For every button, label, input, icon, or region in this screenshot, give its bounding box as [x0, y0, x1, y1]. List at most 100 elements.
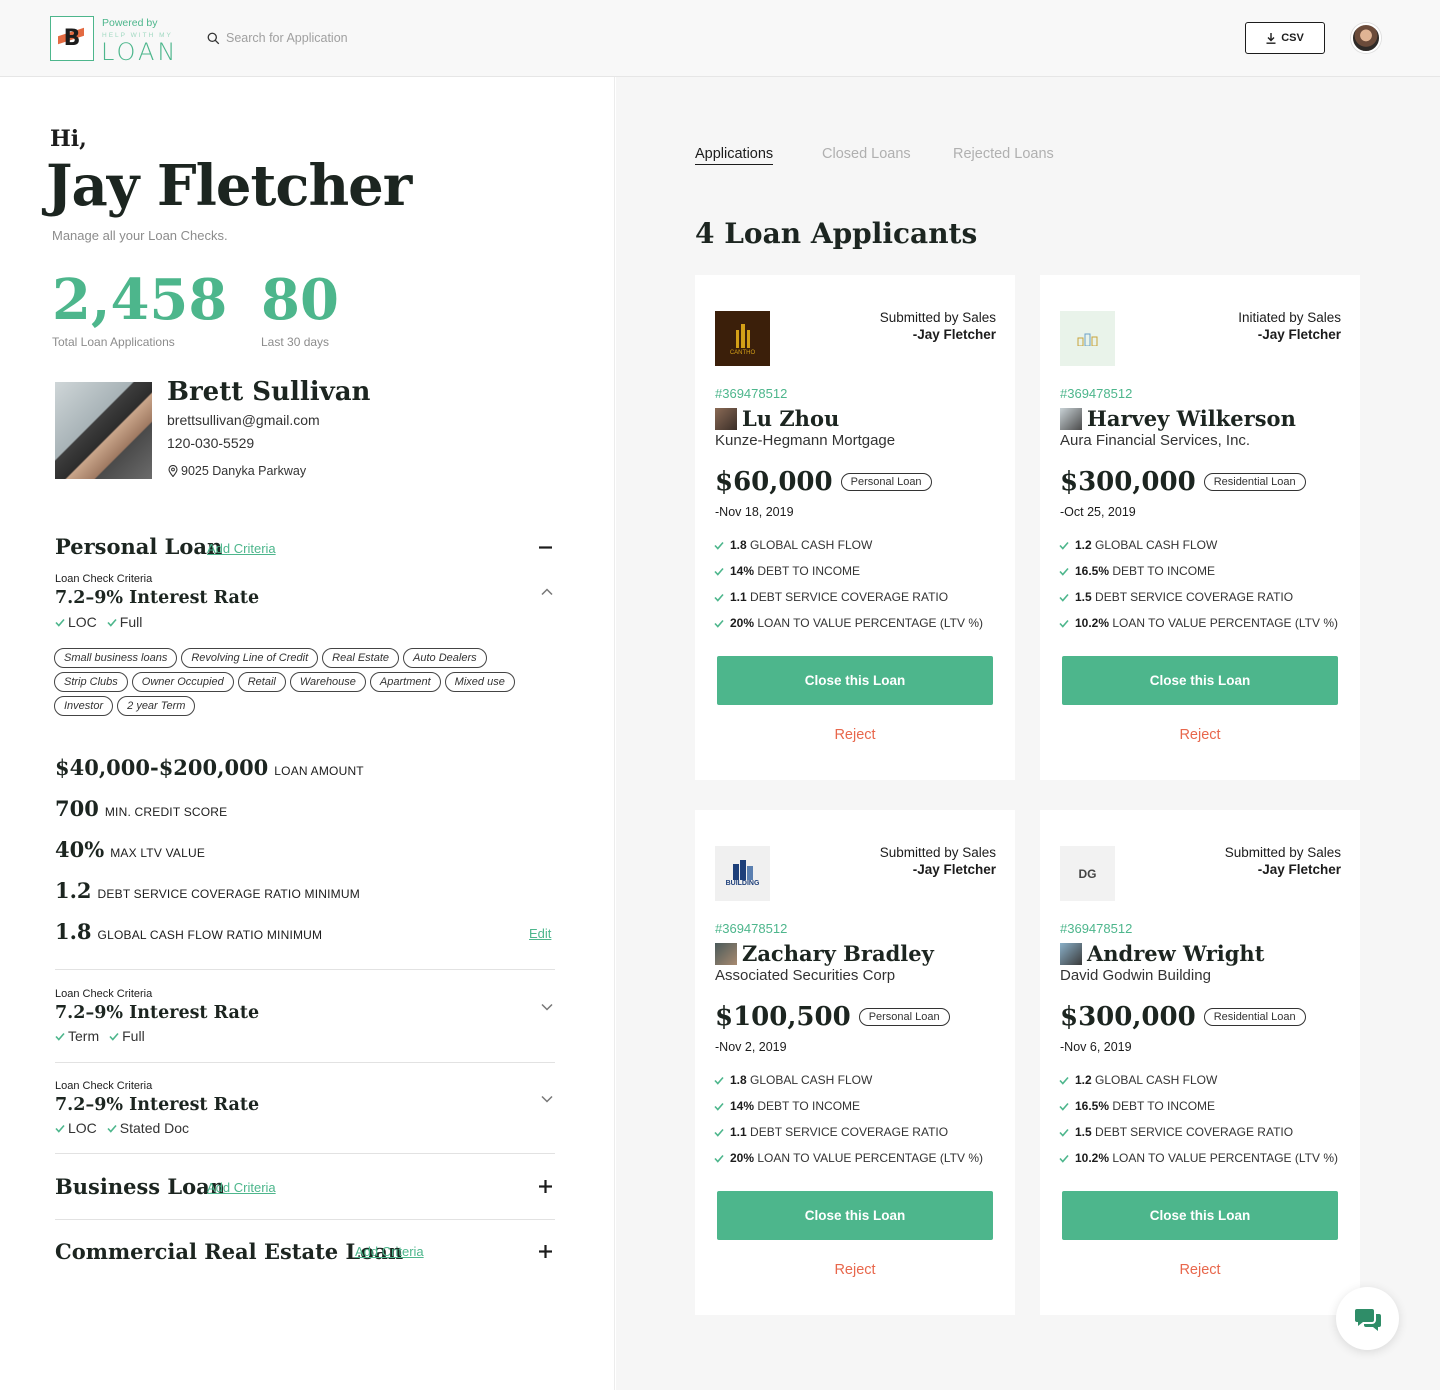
metric-loan-amount: $40,000-$200,000 LOAN AMOUNT — [55, 755, 364, 780]
applicant-card: DG Submitted by Sales -Jay Fletcher #3694… — [1040, 810, 1360, 1315]
user-avatar[interactable] — [1351, 23, 1381, 53]
check-icon — [714, 1102, 724, 1111]
tag-chip[interactable]: Small business loans — [54, 648, 178, 668]
loan-amount: $300,000 — [1060, 1002, 1196, 1032]
search-bar[interactable]: Search for Application — [207, 31, 348, 45]
profile-name: Brett Sullivan — [167, 377, 371, 407]
tag-chip[interactable]: Warehouse — [289, 672, 366, 692]
applicant-card: CANTHO Submitted by Sales -Jay Fletcher #… — [695, 275, 1015, 780]
expand-plus-icon[interactable] — [538, 1179, 553, 1194]
reject-button[interactable]: Reject — [1040, 727, 1360, 743]
check-icon — [1059, 541, 1069, 550]
commercial-loan-add-criteria-link[interactable]: Add Criteria — [355, 1244, 424, 1259]
tag-chip[interactable]: Auto Dealers — [403, 648, 487, 668]
card-metric: 14% DEBT TO INCOME — [714, 564, 860, 578]
chat-button[interactable] — [1336, 1287, 1399, 1350]
tab-closed-loans[interactable]: Closed Loans — [822, 146, 911, 162]
tab-rejected-loans[interactable]: Rejected Loans — [953, 146, 1054, 162]
company-logo — [1060, 311, 1115, 366]
search-input[interactable]: Search for Application — [226, 31, 348, 45]
card-metric: 14% DEBT TO INCOME — [714, 1099, 860, 1113]
check-icon — [107, 1124, 117, 1133]
check-icon — [714, 541, 724, 550]
card-metric: 1.8 GLOBAL CASH FLOW — [714, 1073, 872, 1087]
check-icon — [1059, 1076, 1069, 1085]
tag-chip[interactable]: Real Estate — [322, 648, 400, 668]
tag-chip[interactable]: Investor — [54, 696, 114, 716]
check-icon — [714, 1128, 724, 1137]
criteria-3-rate: 7.2–9% Interest Rate — [55, 1095, 260, 1115]
card-metric: 20% LOAN TO VALUE PERCENTAGE (LTV %) — [714, 1151, 983, 1165]
profile-address-text: 9025 Danyka Parkway — [181, 464, 307, 478]
application-date: -Nov 2, 2019 — [715, 1040, 787, 1054]
card-metric: 10.2% LOAN TO VALUE PERCENTAGE (LTV %) — [1059, 1151, 1338, 1165]
powered-by-label: Powered by — [102, 17, 158, 29]
applicant-card: BUILDING Submitted by Sales -Jay Fletcher… — [695, 810, 1015, 1315]
loan-type-badge: Residential Loan — [1203, 473, 1306, 491]
close-loan-button[interactable]: Close this Loan — [1062, 656, 1338, 705]
chat-icon — [1354, 1308, 1381, 1331]
close-loan-button[interactable]: Close this Loan — [1062, 1191, 1338, 1240]
application-date: -Nov 18, 2019 — [715, 505, 794, 519]
applicant-card: Initiated by Sales -Jay Fletcher #3694785… — [1040, 275, 1360, 780]
loan-amount: $100,500 — [715, 1002, 851, 1032]
card-metric: 1.2 GLOBAL CASH FLOW — [1059, 538, 1217, 552]
applicants-count-title: 4 Loan Applicants — [695, 217, 978, 250]
brand-logo[interactable]: B — [50, 16, 94, 61]
criteria-1-rate: 7.2–9% Interest Rate — [55, 588, 260, 608]
loan-amount: $300,000 — [1060, 467, 1196, 497]
tab-applications[interactable]: Applications — [695, 146, 774, 165]
collapse-minus-icon[interactable] — [538, 540, 553, 555]
check-icon — [1059, 567, 1069, 576]
reject-button[interactable]: Reject — [695, 1262, 1015, 1278]
card-metric: 1.1 DEBT SERVICE COVERAGE RATIO — [714, 1125, 948, 1139]
reject-button[interactable]: Reject — [1040, 1262, 1360, 1278]
metric-max-ltv: 40% MAX LTV VALUE — [55, 837, 206, 862]
metric-credit-score: 700 MIN. CREDIT SCORE — [55, 796, 228, 821]
tag-chip[interactable]: 2 year Term — [117, 696, 196, 716]
card-metric: 1.5 DEBT SERVICE COVERAGE RATIO — [1059, 590, 1293, 604]
brand-wordmark: LOAN — [101, 38, 179, 66]
check-item: Term — [55, 1028, 99, 1044]
check-icon — [55, 1124, 65, 1133]
tag-chip[interactable]: Retail — [237, 672, 286, 692]
divider — [55, 1062, 555, 1063]
close-loan-button[interactable]: Close this Loan — [717, 1191, 993, 1240]
divider — [55, 1219, 555, 1220]
card-metric: 16.5% DEBT TO INCOME — [1059, 564, 1215, 578]
total-applications-label: Total Loan Applications — [52, 335, 175, 349]
check-icon — [109, 1032, 119, 1041]
tag-chip[interactable]: Apartment — [369, 672, 441, 692]
chevron-up-icon[interactable] — [540, 585, 554, 599]
card-metric: 20% LOAN TO VALUE PERCENTAGE (LTV %) — [714, 616, 983, 630]
applicant-name: Andrew Wright — [1087, 941, 1265, 966]
check-icon — [1059, 1154, 1069, 1163]
submitted-by: Initiated by Sales -Jay Fletcher — [1238, 310, 1341, 342]
chevron-down-icon[interactable] — [540, 1092, 554, 1106]
reject-button[interactable]: Reject — [695, 727, 1015, 743]
check-icon — [107, 618, 117, 627]
tag-chip[interactable]: Owner Occupied — [131, 672, 234, 692]
criteria-1-label: Loan Check Criteria — [55, 573, 153, 585]
greeting-hi: Hi, — [50, 126, 87, 152]
tag-chip[interactable]: Strip Clubs — [54, 672, 128, 692]
card-metric: 1.1 DEBT SERVICE COVERAGE RATIO — [714, 590, 948, 604]
metric-gcf-min: 1.8 GLOBAL CASH FLOW RATIO MINIMUM — [55, 919, 323, 944]
personal-loan-add-criteria-link[interactable]: Add Criteria — [207, 541, 276, 556]
applicant-company: Associated Securities Corp — [715, 967, 896, 984]
csv-download-button[interactable]: CSV — [1245, 22, 1325, 54]
business-loan-title: Business Loan — [55, 1174, 226, 1199]
expand-plus-icon[interactable] — [538, 1244, 553, 1259]
profile-email: brettsullivan@gmail.com — [167, 412, 320, 428]
search-icon — [207, 32, 220, 44]
close-loan-button[interactable]: Close this Loan — [717, 656, 993, 705]
chevron-down-icon[interactable] — [540, 1000, 554, 1014]
check-icon — [1059, 619, 1069, 628]
tag-chip[interactable]: Mixed use — [444, 672, 515, 692]
submitted-by: Submitted by Sales -Jay Fletcher — [879, 845, 996, 877]
business-loan-add-criteria-link[interactable]: Add Criteria — [207, 1180, 276, 1195]
tag-chip[interactable]: Revolving Line of Credit — [181, 648, 319, 668]
edit-criteria-link[interactable]: Edit — [529, 926, 551, 941]
check-icon — [1059, 1128, 1069, 1137]
check-icon — [714, 1154, 724, 1163]
